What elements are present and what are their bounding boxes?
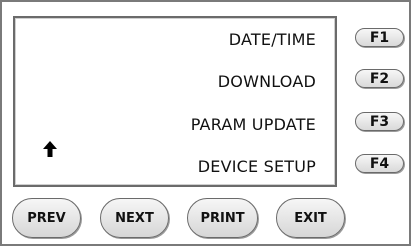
exit-label: EXIT — [294, 210, 327, 226]
f4-label: F4 — [369, 155, 390, 172]
prev-label: PREV — [27, 210, 66, 226]
print-label: PRINT — [200, 210, 245, 226]
arrow-up-icon — [43, 141, 57, 157]
menu-item-device-setup: DEVICE SETUP — [197, 157, 316, 176]
next-label: NEXT — [115, 210, 154, 226]
menu-item-download: DOWNLOAD — [217, 72, 316, 91]
print-button[interactable]: PRINT — [187, 198, 258, 238]
f1-label: F1 — [369, 29, 390, 46]
menu-item-date-time: DATE/TIME — [228, 30, 316, 49]
device-panel: DATE/TIME DOWNLOAD PARAM UPDATE DEVICE S… — [0, 0, 411, 246]
f4-button[interactable]: F4 — [355, 154, 404, 173]
f2-button[interactable]: F2 — [355, 69, 404, 88]
lcd-screen: DATE/TIME DOWNLOAD PARAM UPDATE DEVICE S… — [13, 16, 337, 187]
f2-label: F2 — [369, 70, 390, 87]
prev-button[interactable]: PREV — [12, 198, 81, 238]
f3-label: F3 — [369, 113, 390, 130]
next-button[interactable]: NEXT — [100, 198, 169, 238]
menu-item-param-update: PARAM UPDATE — [190, 115, 316, 134]
f1-button[interactable]: F1 — [355, 28, 404, 47]
f3-button[interactable]: F3 — [355, 112, 404, 131]
exit-button[interactable]: EXIT — [276, 198, 345, 238]
